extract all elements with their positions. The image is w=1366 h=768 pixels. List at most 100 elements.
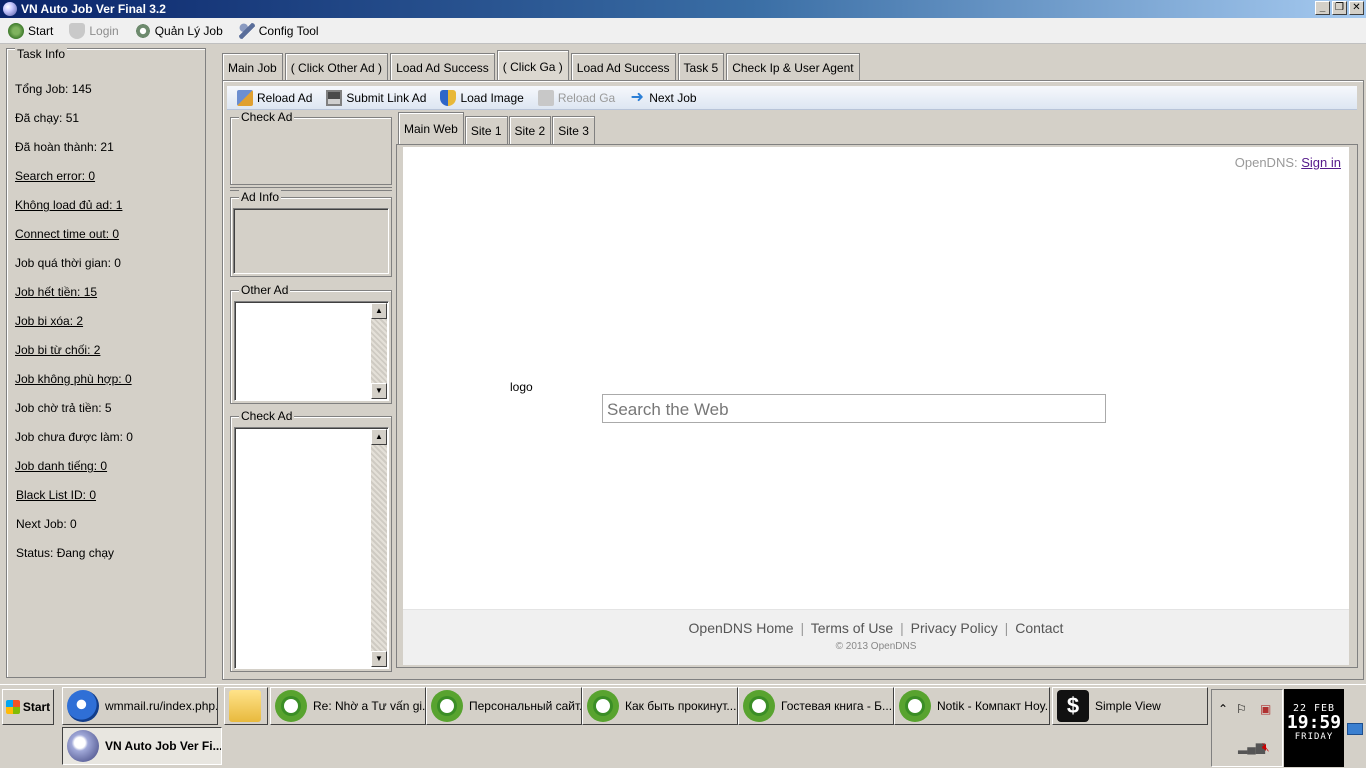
start-button[interactable]: Start <box>2 689 54 725</box>
ad-info-legend: Ad Info <box>239 190 282 204</box>
reload-ad-button[interactable]: Reload Ad <box>237 89 313 106</box>
tab-site-3[interactable]: Site 3 <box>552 116 595 144</box>
restore-button[interactable]: ❐ <box>1332 1 1347 15</box>
tab-main-job[interactable]: Main Job <box>222 53 283 81</box>
tools-icon <box>238 22 255 39</box>
task-label: Simple View <box>1095 699 1161 713</box>
close-button[interactable]: ✕ <box>1349 1 1364 15</box>
task-folder[interactable] <box>224 687 268 725</box>
scroll-up-button[interactable]: ▲ <box>371 303 387 319</box>
tab-task-5[interactable]: Task 5 <box>677 53 725 81</box>
task-info-legend: Task Info <box>15 47 68 61</box>
check-ad-scrollbar[interactable]: ▲ ▼ <box>371 429 387 667</box>
menu-config-tool[interactable]: Config Tool <box>238 22 319 39</box>
shield-icon <box>440 89 457 106</box>
job-out-of-money-link[interactable]: Job hết tiền: 15 <box>15 285 201 314</box>
contact-link[interactable]: Contact <box>1015 620 1063 636</box>
title-bar: VN Auto Job Ver Final 3.2 _ ❐ ✕ <box>0 0 1366 18</box>
tab-click-other-ad[interactable]: ( Click Other Ad ) <box>284 53 389 81</box>
menu-login[interactable]: Login <box>69 22 119 39</box>
tray-app-icon[interactable]: ▣ <box>1260 702 1271 716</box>
task-simple-view[interactable]: $ Simple View <box>1052 687 1208 725</box>
check-ad-top-legend: Check Ad <box>239 110 295 124</box>
task-personal-site[interactable]: Персональный сайт... <box>426 687 582 725</box>
other-ad-legend: Other Ad <box>239 283 291 297</box>
minimize-button[interactable]: _ <box>1315 1 1330 15</box>
window-title: VN Auto Job Ver Final 3.2 <box>21 2 166 16</box>
menu-manage-jobs[interactable]: Quản Lý Job <box>134 22 223 39</box>
arrow-right-icon: ➜ <box>630 88 644 106</box>
main-tabs: Main Job ( Click Other Ad ) Load Ad Succ… <box>222 48 862 82</box>
check-ad-textarea[interactable]: ▲ ▼ <box>234 427 389 669</box>
black-list-link[interactable]: Black List ID: 0 <box>15 488 201 517</box>
tab-site-2[interactable]: Site 2 <box>508 116 552 144</box>
tab-check-ip-user-agent[interactable]: Check Ip & User Agent <box>726 53 860 81</box>
job-not-done: Job chưa được làm: 0 <box>15 430 133 444</box>
job-rejected-link[interactable]: Job bi từ chối: 2 <box>15 343 201 372</box>
terms-link[interactable]: Terms of Use <box>811 620 893 636</box>
ad-load-fail-link[interactable]: Không load đủ ad: 1 <box>15 198 201 227</box>
tab-main-web[interactable]: Main Web <box>398 112 464 144</box>
clock[interactable]: 22 FEB 19:59 FRIDAY <box>1284 689 1344 767</box>
dollar-icon: $ <box>1057 690 1089 722</box>
search-input[interactable]: Search the Web <box>602 394 1106 423</box>
scroll-down-button[interactable]: ▼ <box>371 383 387 399</box>
other-ad-scrollbar[interactable]: ▲ ▼ <box>371 303 387 399</box>
tab-load-ad-success-1[interactable]: Load Ad Success <box>390 53 495 81</box>
submit-link-ad-button[interactable]: Submit Link Ad <box>326 89 426 106</box>
tab-load-ad-success-2[interactable]: Load Ad Success <box>570 53 676 81</box>
clock-time: 19:59 <box>1286 712 1342 733</box>
reload-ad-label: Reload Ad <box>257 90 313 105</box>
flag-icon[interactable]: ⚐ <box>1236 702 1247 716</box>
show-desktop-button[interactable] <box>1346 689 1364 767</box>
gear-icon <box>134 22 151 39</box>
other-ad-group: Other Ad ▲ ▼ <box>230 283 392 404</box>
signin-area: OpenDNS: Sign in <box>1235 155 1341 170</box>
reload-icon <box>237 89 253 106</box>
site-tabs: Main Web Site 1 Site 2 Site 3 <box>398 112 596 144</box>
network-icon[interactable]: ▂▄▆ <box>1238 740 1265 754</box>
chrome-icon <box>275 690 307 722</box>
separator: | <box>900 620 904 636</box>
task-kak-byt[interactable]: Как быть прокинут... <box>582 687 738 725</box>
expand-tray-icon[interactable]: ⌃ <box>1218 702 1228 716</box>
task-label: Как быть прокинут... <box>625 699 737 713</box>
connect-timeout-link[interactable]: Connect time out: 0 <box>15 227 201 256</box>
task-vn-auto-job[interactable]: VN Auto Job Ver Fi... <box>62 727 222 765</box>
clock-day: FRIDAY <box>1294 732 1334 742</box>
load-image-button[interactable]: Load Image <box>440 89 524 106</box>
job-deleted-link[interactable]: Job bi xóa: 2 <box>15 314 201 343</box>
task-info-rows: Tổng Job: 145 Đã chạy: 51 Đã hoàn thành:… <box>15 82 201 575</box>
task-info-panel: Task Info Tổng Job: 145 Đã chạy: 51 Đã h… <box>6 47 206 678</box>
scroll-up-button[interactable]: ▲ <box>371 429 387 445</box>
tab-site-1[interactable]: Site 1 <box>464 116 508 144</box>
opendns-label: OpenDNS: <box>1234 155 1298 170</box>
folder-icon <box>229 690 261 722</box>
next-job-button[interactable]: ➜ Next Job <box>629 88 697 106</box>
toolbar: Reload Ad Submit Link Ad Load Image Relo… <box>227 86 1357 110</box>
check-ad-bottom-legend: Check Ad <box>239 409 295 423</box>
task-guestbook[interactable]: Гостевая книга - Б... <box>738 687 894 725</box>
job-reputation-link[interactable]: Job danh tiếng: 0 <box>15 459 201 488</box>
volume-muted-icon[interactable]: 🔇︎ <box>1262 740 1270 755</box>
task-re-nho-a[interactable]: Re: Nhờ a Tư vấn gi... <box>270 687 426 725</box>
menu-start[interactable]: Start <box>8 22 53 39</box>
browser-icon <box>67 690 99 722</box>
web-footer: OpenDNS Home | Terms of Use | Privacy Po… <box>403 609 1349 665</box>
start-icon <box>8 22 24 39</box>
monitor-icon <box>1347 723 1363 735</box>
web-view: OpenDNS: Sign in logo Search the Web Ope… <box>403 147 1349 665</box>
chrome-icon <box>431 690 463 722</box>
task-notik[interactable]: Notik - Компакт Hoy... <box>894 687 1050 725</box>
sign-in-link[interactable]: Sign in <box>1301 155 1341 170</box>
privacy-link[interactable]: Privacy Policy <box>911 620 998 636</box>
other-ad-textarea[interactable]: ▲ ▼ <box>234 301 389 401</box>
tab-click-ga[interactable]: ( Click Ga ) <box>496 50 569 82</box>
reload-ga-button[interactable]: Reload Ga <box>537 89 615 106</box>
job-unsuitable-link[interactable]: Job không phù hợp: 0 <box>15 372 201 401</box>
opendns-home-link[interactable]: OpenDNS Home <box>689 620 794 636</box>
scroll-down-button[interactable]: ▼ <box>371 651 387 667</box>
task-label: Re: Nhờ a Tư vấn gi... <box>313 699 426 713</box>
task-wmmail[interactable]: wmmail.ru/index.php... <box>62 687 218 725</box>
search-error-link[interactable]: Search error: 0 <box>15 169 201 198</box>
